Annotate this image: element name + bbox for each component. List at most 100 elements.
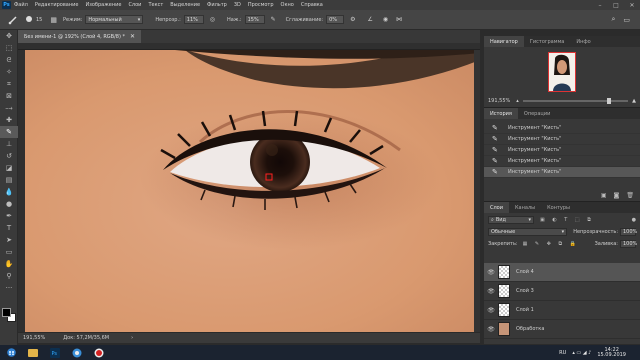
pen-tool-icon[interactable]: ✒ xyxy=(0,210,18,222)
marquee-tool-icon[interactable]: ⬚ xyxy=(0,42,18,54)
record-icon[interactable] xyxy=(88,345,110,360)
menu-window[interactable]: Окно xyxy=(281,2,294,8)
brush-tool-icon[interactable]: ✎ xyxy=(0,126,18,138)
eyedropper-tool-icon[interactable]: ⤍ xyxy=(0,102,18,114)
opacity-field[interactable]: 11% xyxy=(183,15,204,24)
menu-text[interactable]: Текст xyxy=(148,2,163,8)
flow-field[interactable]: 15% xyxy=(244,15,265,24)
lasso-tool-icon[interactable]: ᘓ xyxy=(0,54,18,66)
photoshop-taskbar-icon[interactable]: Ps xyxy=(44,345,66,360)
history-item-selected[interactable]: ✎ Инструмент "Кисть" xyxy=(484,167,640,178)
chevron-right-icon[interactable]: › xyxy=(131,335,133,341)
fill-field[interactable]: 100% xyxy=(620,240,637,248)
history-item[interactable]: ✎ Инструмент "Кисть" xyxy=(484,145,640,156)
canvas-scrollbar[interactable] xyxy=(474,50,480,332)
tab-channels[interactable]: Каналы xyxy=(509,202,541,213)
smoothing-field[interactable]: 0% xyxy=(326,15,345,24)
language-indicator[interactable]: RU xyxy=(559,350,566,356)
tray-icons[interactable]: ▴ ▭ ◢ ♪ xyxy=(572,350,591,356)
clone-stamp-tool-icon[interactable]: ⊥ xyxy=(0,138,18,150)
close-icon[interactable]: ✕ xyxy=(624,2,640,9)
tab-info[interactable]: Инфо xyxy=(570,36,596,47)
move-tool-icon[interactable]: ✥ xyxy=(0,30,18,42)
pressure-opacity-icon[interactable]: ◎ xyxy=(210,16,215,23)
menu-layers[interactable]: Слои xyxy=(128,2,141,8)
trash-icon[interactable]: 🗑 xyxy=(626,192,634,199)
brush-tool-preset-icon[interactable] xyxy=(4,14,22,26)
menu-select[interactable]: Выделение xyxy=(170,2,200,8)
layer-name[interactable]: Слой 4 xyxy=(516,269,534,275)
clock[interactable]: 14:22 15.09.2019 xyxy=(597,347,626,358)
eraser-tool-icon[interactable]: ◪ xyxy=(0,162,18,174)
eye-icon[interactable]: 👁 xyxy=(484,288,498,295)
lock-icons[interactable]: ▦ ✎ ✥ ⧉ 🔒 xyxy=(523,241,579,247)
tab-paths[interactable]: Контуры xyxy=(541,202,576,213)
filter-icons[interactable]: ▣ ◐ T ⬚ ⧉ xyxy=(540,217,594,223)
navigator-zoom-slider[interactable] xyxy=(522,98,629,104)
navigator-thumbnail[interactable] xyxy=(548,52,576,92)
canvas-image[interactable] xyxy=(25,50,480,332)
browser-icon[interactable] xyxy=(66,345,88,360)
hand-tool-icon[interactable]: ✋ xyxy=(0,258,18,270)
snapshot-icon[interactable]: ◙ xyxy=(614,192,620,199)
blur-tool-icon[interactable]: 💧 xyxy=(0,186,18,198)
explorer-icon[interactable] xyxy=(22,345,44,360)
history-item[interactable]: ✎ Инструмент "Кисть" xyxy=(484,156,640,167)
status-zoom[interactable]: 191,55% xyxy=(23,335,45,341)
gear-icon[interactable]: ⚙ xyxy=(350,16,355,23)
menu-3d[interactable]: 3D xyxy=(234,2,241,8)
tab-layers[interactable]: Слои xyxy=(484,202,509,213)
search-icon[interactable]: ⌕ xyxy=(611,15,615,24)
angle-icon[interactable]: ∠ xyxy=(367,16,372,23)
symmetry-icon[interactable]: ⋈ xyxy=(396,16,402,23)
mode-select[interactable]: Нормальный ▾ xyxy=(85,15,144,24)
document-tab[interactable]: Без имени-1 @ 192% (Слой 4, RGB/8) * ✕ xyxy=(18,30,142,43)
slider-knob[interactable] xyxy=(607,98,612,104)
history-item[interactable]: ✎ Инструмент "Кисть" xyxy=(484,134,640,145)
frame-tool-icon[interactable]: ⊠ xyxy=(0,90,18,102)
new-document-from-state-icon[interactable]: ▣ xyxy=(601,192,607,199)
layer-opacity-field[interactable]: 100% xyxy=(620,228,637,236)
close-tab-icon[interactable]: ✕ xyxy=(130,33,135,40)
eye-icon[interactable]: 👁 xyxy=(484,326,498,333)
foreground-color-swatch[interactable] xyxy=(2,308,11,317)
pressure-size-icon[interactable]: ◉ xyxy=(383,16,388,23)
healing-brush-tool-icon[interactable]: ✚ xyxy=(0,114,18,126)
menu-view[interactable]: Просмотр xyxy=(248,2,274,8)
layer-name[interactable]: Обработка xyxy=(516,326,544,332)
quick-select-tool-icon[interactable]: ✧ xyxy=(0,66,18,78)
menu-filter[interactable]: Фильтр xyxy=(207,2,227,8)
crop-tool-icon[interactable]: ⌗ xyxy=(0,78,18,90)
eye-icon[interactable]: 👁 xyxy=(484,307,498,314)
layer-row[interactable]: 👁 Слой 4 xyxy=(484,263,640,282)
menu-edit[interactable]: Редактирование xyxy=(35,2,79,8)
tab-histogram[interactable]: Гистограмма xyxy=(524,36,571,47)
tab-history[interactable]: История xyxy=(484,108,518,119)
airbrush-icon[interactable]: ✎ xyxy=(271,16,276,23)
filter-toggle-icon[interactable]: ● xyxy=(632,217,636,223)
tab-navigator[interactable]: Навигатор xyxy=(484,36,524,47)
tab-actions[interactable]: Операции xyxy=(518,108,556,119)
brush-settings-icon[interactable]: ▦ xyxy=(50,16,57,24)
color-swatches[interactable] xyxy=(2,308,16,322)
brush-size-preview[interactable] xyxy=(22,14,36,26)
maximize-icon[interactable]: □ xyxy=(608,2,624,9)
layer-row[interactable]: 👁 Обработка xyxy=(484,320,640,339)
layer-filter-select[interactable]: ⌕ Вид ▾ xyxy=(488,216,534,224)
layer-name[interactable]: Слой 1 xyxy=(516,307,534,313)
zoom-tool-icon[interactable]: ⚲ xyxy=(0,270,18,282)
layer-row[interactable]: 👁 Слой 1 xyxy=(484,301,640,320)
blend-mode-select[interactable]: Обычные ▾ xyxy=(488,228,568,236)
history-item[interactable]: ✎ Инструмент "Кисть" xyxy=(484,123,640,134)
zoom-out-icon[interactable]: ▴ xyxy=(516,98,519,104)
menu-help[interactable]: Справка xyxy=(301,2,323,8)
type-tool-icon[interactable]: T xyxy=(0,222,18,234)
minimize-icon[interactable]: – xyxy=(592,2,608,9)
menu-image[interactable]: Изображение xyxy=(85,2,121,8)
zoom-in-icon[interactable]: ▲ xyxy=(632,98,636,104)
gradient-tool-icon[interactable]: ▤ xyxy=(0,174,18,186)
more-tools-icon[interactable]: ··· xyxy=(0,282,18,294)
menu-file[interactable]: Файл xyxy=(14,2,28,8)
path-selection-tool-icon[interactable]: ➤ xyxy=(0,234,18,246)
navigator-zoom-value[interactable]: 191,55% xyxy=(488,98,510,104)
